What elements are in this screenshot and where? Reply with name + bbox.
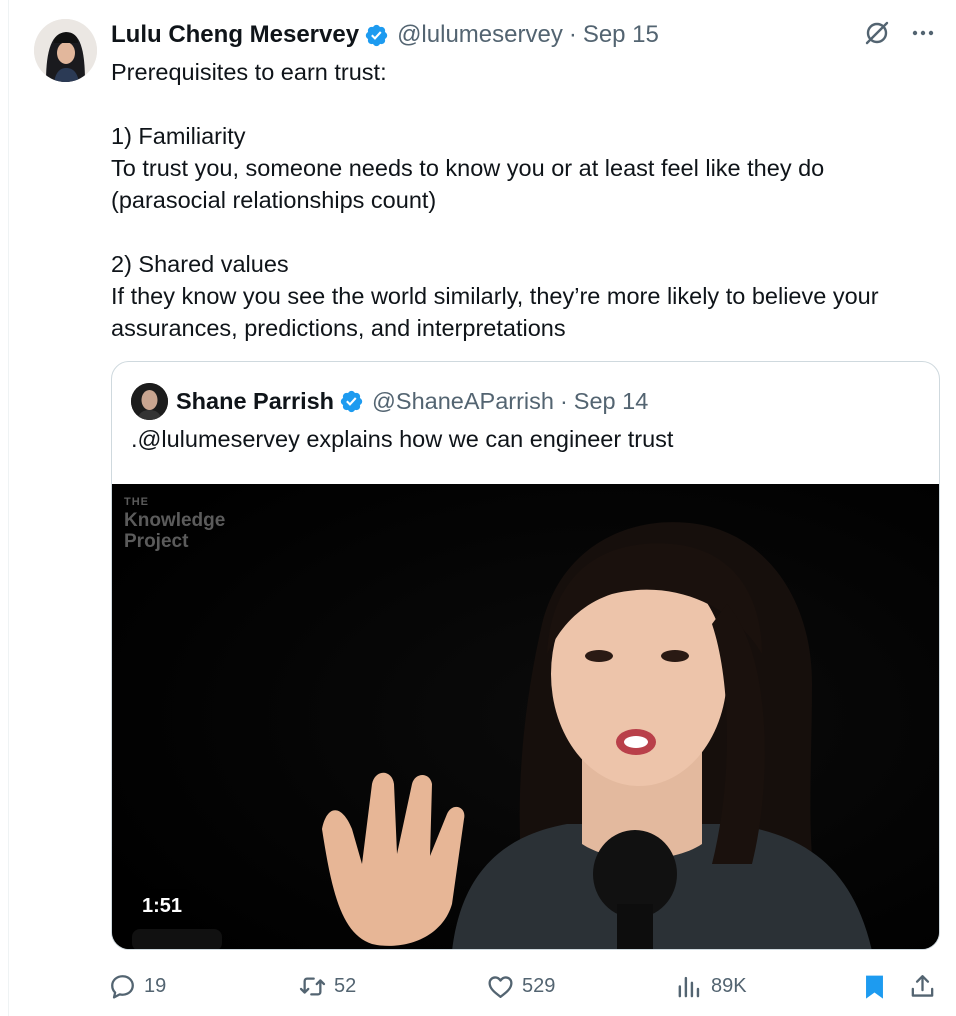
tweet-header: Lulu Cheng Meservey @lulumeservey · Sep …	[111, 18, 659, 52]
video-player[interactable]: THE Knowledge Project 1:51	[112, 484, 939, 949]
dot-separator: ·	[568, 21, 577, 48]
video-duration-badge: 1:51	[134, 889, 191, 923]
dot-separator: ·	[559, 387, 568, 414]
more-icon[interactable]	[908, 18, 938, 48]
share-button[interactable]	[908, 966, 944, 1006]
reply-count: 19	[144, 974, 167, 997]
quoted-author-handle[interactable]: @ShaneAParrish	[372, 388, 554, 415]
retweet-icon	[299, 976, 326, 996]
quoted-author-avatar[interactable]	[131, 382, 168, 420]
tweet-date[interactable]: Sep 15	[583, 21, 659, 49]
video-thumbnail	[112, 484, 939, 949]
like-button[interactable]: 529	[486, 966, 555, 1006]
author-name[interactable]: Lulu Cheng Meservey	[111, 21, 359, 49]
author-avatar[interactable]	[34, 19, 97, 82]
tweet-top-actions	[862, 18, 938, 48]
tweet-text: Prerequisites to earn trust: 1) Familiar…	[111, 59, 879, 341]
bookmark-icon	[866, 975, 883, 999]
like-count: 529	[522, 974, 556, 997]
quoted-tweet[interactable]: Shane Parrish @ShaneAParrish · Sep 14 .@…	[111, 361, 940, 950]
quoted-author-name[interactable]: Shane Parrish	[176, 388, 334, 415]
quoted-tweet-date[interactable]: Sep 14	[574, 388, 648, 415]
views-icon	[678, 976, 700, 997]
author-handle[interactable]: @lulumeservey	[397, 21, 563, 49]
views-count: 89K	[711, 974, 747, 997]
quoted-tweet-header: Shane Parrish @ShaneAParrish · Sep 14	[131, 382, 648, 420]
bookmark-button[interactable]	[860, 966, 896, 1006]
tweet-action-bar: 19 52 529 89K	[108, 966, 944, 1006]
reply-icon	[111, 974, 134, 999]
verified-badge-icon[interactable]	[364, 23, 389, 48]
heart-icon	[488, 975, 513, 998]
quoted-tweet-text: .@lulumeservey explains how we can engin…	[131, 426, 674, 452]
grok-icon[interactable]	[862, 18, 892, 48]
verified-badge-icon[interactable]	[339, 389, 364, 414]
retweet-count: 52	[334, 974, 357, 997]
views-button[interactable]: 89K	[675, 966, 747, 1006]
timeline-divider	[8, 0, 9, 1016]
retweet-button[interactable]: 52	[298, 966, 356, 1006]
knowledge-project-logo: THE Knowledge Project	[124, 496, 226, 552]
share-icon	[911, 974, 934, 997]
reply-button[interactable]: 19	[108, 966, 166, 1006]
